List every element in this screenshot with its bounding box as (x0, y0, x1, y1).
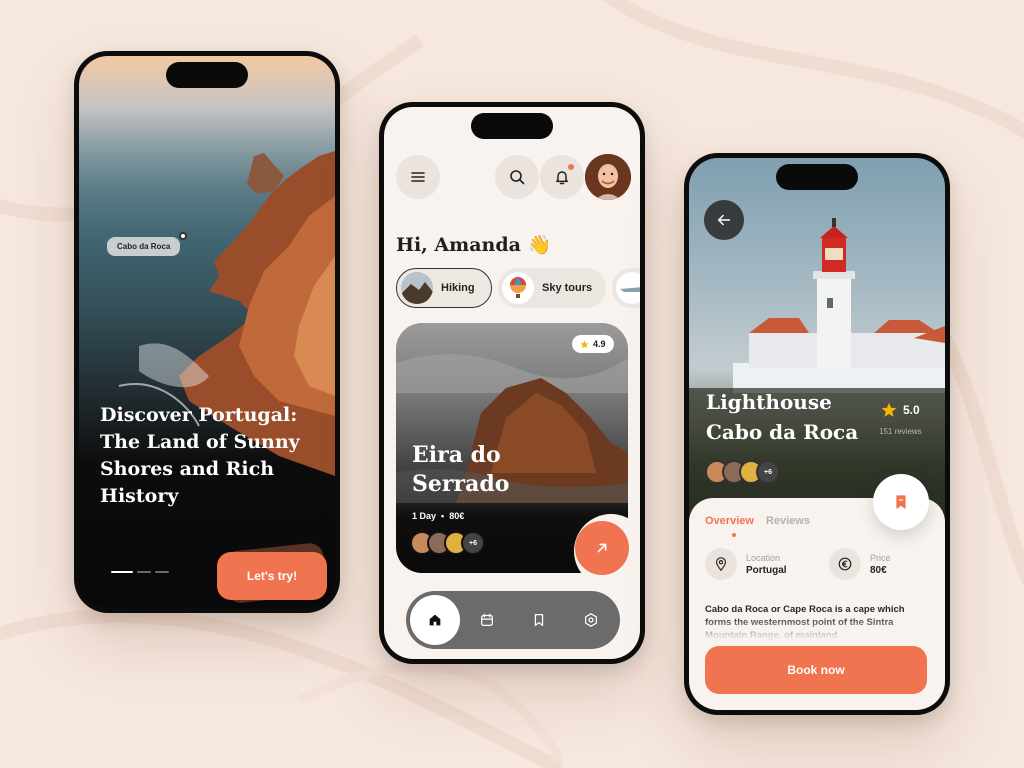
location-label: Location (746, 552, 781, 563)
pagination-dots (111, 571, 169, 573)
settings-icon (585, 613, 597, 627)
bell-icon (556, 171, 568, 185)
book-now-button[interactable]: Book now (705, 646, 927, 694)
nav-home[interactable] (410, 595, 460, 645)
place-rating: 5.0 (881, 402, 920, 418)
hiking-thumbnail (401, 272, 433, 304)
category-chip-boat[interactable] (612, 268, 640, 308)
place-title: Lighthouse Cabo da Roca (706, 390, 859, 444)
bottom-navigation (406, 591, 620, 649)
menu-icon (411, 172, 425, 182)
rating-value: 5.0 (903, 403, 920, 417)
chip-label: Sky tours (542, 282, 593, 294)
visitor-avatars[interactable]: +6 (705, 460, 780, 484)
arrow-left-icon (717, 214, 731, 226)
bookmark-icon (534, 614, 544, 626)
onboarding-screen: Cabo da Roca Discover Portugal: The Land… (79, 56, 335, 608)
details-sheet: Overview Reviews Location Portugal Price (689, 498, 945, 710)
trip-duration: 1 Day (412, 511, 437, 521)
meta-separator: • (441, 511, 445, 521)
hot-air-balloon-icon (502, 272, 534, 304)
nav-saved[interactable] (530, 611, 548, 629)
card-title: Eira do Serrado (412, 442, 510, 497)
avatar-portrait (585, 154, 631, 200)
category-chip-hiking[interactable]: Hiking (396, 268, 492, 308)
boat-icon (616, 272, 640, 304)
home-phone: Hi, Amanda 👋 Hiking Sky tours 4.9 Eira d… (379, 102, 645, 664)
star-icon (580, 339, 589, 348)
chip-label: Hiking (441, 282, 475, 294)
notifications-button[interactable] (540, 155, 584, 199)
location-pin-icon (705, 548, 737, 580)
euro-icon (829, 548, 861, 580)
dynamic-island (166, 62, 248, 88)
open-destination-button[interactable] (575, 521, 629, 575)
location-tag[interactable]: Cabo da Roca (107, 237, 181, 256)
detail-tabs: Overview Reviews (705, 515, 810, 527)
greeting-text: Hi, Amanda 👋 (396, 234, 552, 256)
rating-badge: 4.9 (572, 335, 614, 353)
more-visitors-count: +6 (756, 460, 780, 484)
calendar-icon (481, 613, 493, 626)
nav-settings[interactable] (582, 611, 600, 629)
dynamic-island (471, 113, 553, 139)
card-meta: 1 Day • 80€ (412, 511, 464, 521)
home-screen: Hi, Amanda 👋 Hiking Sky tours 4.9 Eira d… (384, 107, 640, 659)
search-icon (510, 170, 525, 185)
star-icon (881, 402, 897, 417)
detail-screen: Lighthouse Cabo da Roca 5.0 151 reviews … (689, 158, 945, 710)
location-pin-icon (179, 232, 187, 240)
menu-button[interactable] (396, 155, 440, 199)
search-button[interactable] (495, 155, 539, 199)
price-info: Price 80€ (829, 548, 891, 580)
page-dot-1[interactable] (111, 571, 133, 573)
tab-reviews[interactable]: Reviews (766, 515, 810, 527)
price-label: Price (870, 552, 891, 563)
onboarding-title: Discover Portugal: The Land of Sunny Sho… (100, 404, 300, 507)
more-travelers-count: +6 (461, 531, 485, 555)
location-value: Portugal (746, 564, 787, 576)
bookmark-icon (896, 495, 906, 509)
onboarding-phone: Cabo da Roca Discover Portugal: The Land… (74, 51, 340, 613)
bookmark-button[interactable] (873, 474, 929, 530)
nav-calendar[interactable] (478, 611, 496, 629)
active-tab-indicator (732, 533, 736, 537)
rating-value: 4.9 (593, 339, 606, 349)
detail-phone: Lighthouse Cabo da Roca 5.0 151 reviews … (684, 153, 950, 715)
category-chip-sky-tours[interactable]: Sky tours (498, 268, 606, 308)
reviews-count[interactable]: 151 reviews (879, 427, 922, 436)
notification-dot (568, 164, 574, 170)
price-value: 80€ (870, 564, 887, 576)
user-avatar[interactable] (585, 154, 631, 200)
traveler-avatars[interactable]: +6 (410, 531, 485, 555)
back-button[interactable] (704, 200, 744, 240)
lets-try-button[interactable]: Let's try! (217, 552, 327, 600)
page-dot-3[interactable] (155, 571, 169, 573)
tab-overview[interactable]: Overview (705, 515, 754, 527)
description-fade (689, 616, 945, 646)
arrow-up-right-icon (597, 543, 607, 553)
trip-price: 80€ (449, 511, 465, 521)
page-dot-2[interactable] (137, 571, 151, 573)
home-icon (429, 614, 441, 626)
coastline-photo (118, 151, 335, 476)
dynamic-island (776, 164, 858, 190)
location-info: Location Portugal (705, 548, 787, 580)
